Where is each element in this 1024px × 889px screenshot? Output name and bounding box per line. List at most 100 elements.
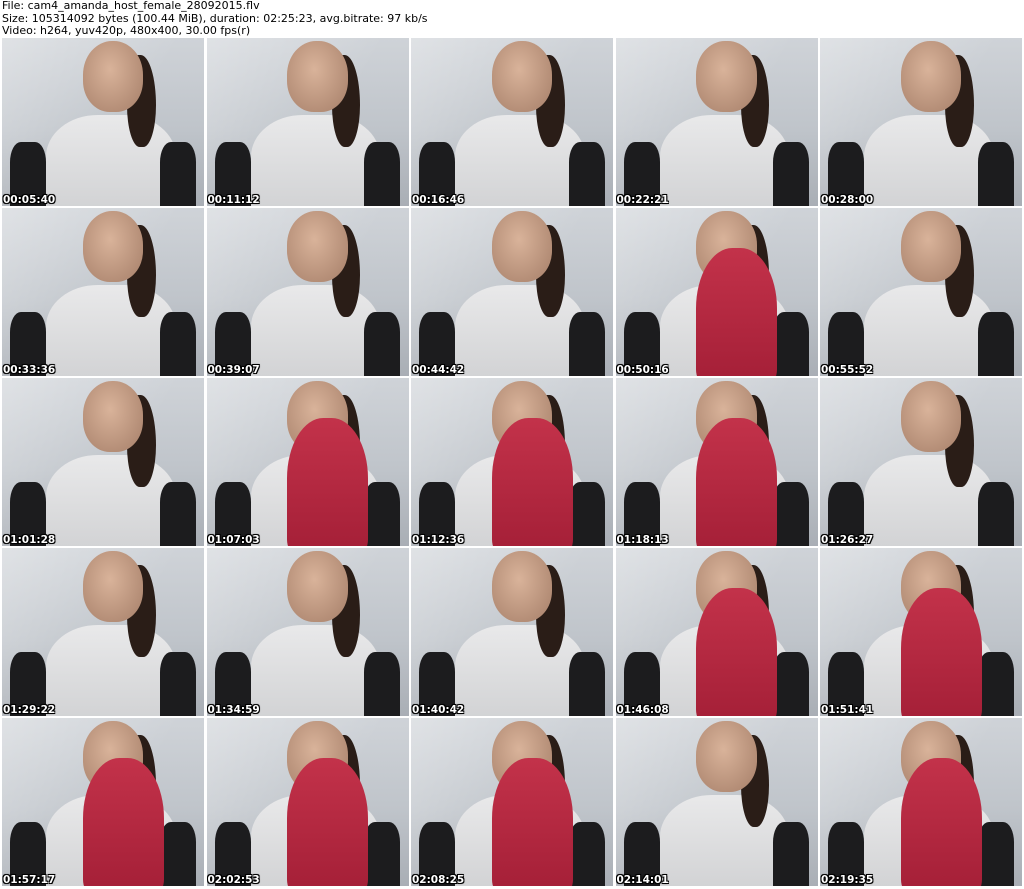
thumbnail-red-object: [900, 588, 982, 716]
thumbnail-figure-head: [82, 381, 144, 452]
thumbnail-figure-shirt: [455, 625, 585, 716]
thumbnail-figure-sleeve-right: [977, 652, 1014, 716]
video-thumbnail: 01:40:42: [411, 548, 613, 716]
thumbnail-figure-head: [287, 551, 348, 622]
video-thumbnail: 02:14:01: [615, 718, 818, 886]
thumbnail-red-object: [491, 418, 573, 546]
thumbnail-figure-sleeve-right: [364, 652, 401, 716]
thumbnail-timestamp: 00:16:46: [412, 194, 465, 206]
thumbnail-figure-sleeve-right: [364, 142, 401, 206]
thumbnail-figure-sleeve-right: [364, 482, 401, 546]
thumbnail-timestamp: 00:28:00: [821, 194, 874, 206]
video-thumbnail: 00:50:16: [615, 208, 818, 376]
thumbnail-figure-head: [82, 41, 144, 112]
thumbnail-red-object: [287, 418, 369, 546]
thumbnail-figure-sleeve-right: [773, 652, 810, 716]
thumbnail-timestamp: 02:19:35: [821, 874, 874, 886]
video-thumbnail: 00:44:42: [411, 208, 613, 376]
video-info-line: Video: h264, yuv420p, 480x400, 30.00 fps…: [2, 24, 251, 37]
thumbnail-timestamp: 01:34:59: [207, 704, 260, 716]
thumbnail-timestamp: 01:01:28: [3, 534, 56, 546]
video-thumbnail: 00:39:07: [206, 208, 409, 376]
thumbnail-figure-sleeve-right: [364, 312, 401, 376]
thumbnail-figure-sleeve-right: [568, 822, 605, 886]
thumbnail-figure-shirt: [250, 285, 381, 376]
thumbnail-figure-head: [696, 721, 757, 792]
thumbnail-figure-shirt: [659, 115, 790, 206]
thumbnail-figure-sleeve-right: [977, 312, 1014, 376]
thumbnail-timestamp: 01:51:41: [821, 704, 874, 716]
video-thumbnail: 00:55:52: [820, 208, 1022, 376]
thumbnail-figure-shirt: [455, 285, 585, 376]
thumbnail-timestamp: 00:44:42: [412, 364, 465, 376]
thumbnail-figure-sleeve-right: [568, 312, 605, 376]
thumbnail-timestamp: 02:08:25: [412, 874, 465, 886]
thumbnail-figure-sleeve-right: [159, 312, 196, 376]
thumbnail-red-object: [696, 248, 778, 376]
thumbnail-red-object: [491, 758, 573, 886]
video-thumbnail: 01:18:13: [615, 378, 818, 546]
thumbnail-timestamp: 00:05:40: [3, 194, 56, 206]
thumbnail-figure-head: [696, 41, 757, 112]
thumbnail-figure-shirt: [46, 115, 176, 206]
thumbnail-figure-sleeve-right: [568, 482, 605, 546]
thumbnail-figure-sleeve-right: [364, 822, 401, 886]
thumbnail-timestamp: 00:39:07: [207, 364, 260, 376]
thumbnail-grid: 00:05:40 00:11:12 00:16:46 00:22:21 00:28:00…: [0, 38, 1024, 889]
video-thumbnail: 01:26:27: [820, 378, 1022, 546]
video-thumbnail: 00:33:36: [2, 208, 204, 376]
thumbnail-timestamp: 00:33:36: [3, 364, 56, 376]
thumbnail-figure-head: [900, 211, 962, 282]
thumbnail-figure-sleeve-right: [773, 822, 810, 886]
video-thumbnail: 01:34:59: [206, 548, 409, 716]
video-thumbnail: 02:08:25: [411, 718, 613, 886]
thumbnail-figure-shirt: [864, 455, 994, 546]
thumbnail-timestamp: 00:50:16: [616, 364, 669, 376]
file-name-line: File: cam4_amanda_host_female_28092015.f…: [2, 0, 260, 12]
thumbnail-figure-sleeve-right: [977, 822, 1014, 886]
thumbnail-figure-shirt: [46, 285, 176, 376]
thumbnail-timestamp: 00:11:12: [207, 194, 260, 206]
thumbnail-figure-shirt: [864, 285, 994, 376]
thumbnail-timestamp: 02:14:01: [616, 874, 669, 886]
thumbnail-timestamp: 01:40:42: [412, 704, 465, 716]
thumbnail-figure-sleeve-right: [568, 652, 605, 716]
video-thumbnail: 02:02:53: [206, 718, 409, 886]
thumbnail-timestamp: 01:26:27: [821, 534, 874, 546]
thumbnail-figure-shirt: [455, 115, 585, 206]
thumbnail-timestamp: 01:07:03: [207, 534, 260, 546]
thumbnail-figure-head: [900, 381, 962, 452]
video-thumbnail: 00:11:12: [206, 38, 409, 206]
video-thumbnail: 01:07:03: [206, 378, 409, 546]
thumbnail-figure-head: [82, 551, 144, 622]
thumbnail-figure-shirt: [250, 625, 381, 716]
video-thumbnail: 01:29:22: [2, 548, 204, 716]
thumbnail-timestamp: 01:18:13: [616, 534, 669, 546]
thumbnail-figure-sleeve-right: [773, 142, 810, 206]
thumbnail-red-object: [82, 758, 164, 886]
thumbnail-timestamp: 00:55:52: [821, 364, 874, 376]
thumbnail-figure-head: [491, 211, 553, 282]
thumbnail-figure-sleeve-right: [159, 142, 196, 206]
video-thumbnail: 00:16:46: [411, 38, 613, 206]
thumbnail-figure-sleeve-right: [568, 142, 605, 206]
thumbnail-figure-head: [491, 551, 553, 622]
video-thumbnail: 01:57:17: [2, 718, 204, 886]
thumbnail-figure-sleeve-right: [977, 482, 1014, 546]
thumbnail-figure-sleeve-right: [159, 482, 196, 546]
video-thumbnail: 00:05:40: [2, 38, 204, 206]
contact-sheet: File: cam4_amanda_host_female_28092015.f…: [0, 0, 1024, 889]
thumbnail-figure-head: [491, 41, 553, 112]
video-thumbnail: 00:22:21: [615, 38, 818, 206]
thumbnail-timestamp: 00:22:21: [616, 194, 669, 206]
video-thumbnail: 01:46:08: [615, 548, 818, 716]
thumbnail-figure-sleeve-right: [159, 822, 196, 886]
thumbnail-figure-head: [287, 211, 348, 282]
video-thumbnail: 02:19:35: [820, 718, 1022, 886]
thumbnail-red-object: [696, 588, 778, 716]
thumbnail-figure-sleeve-right: [977, 142, 1014, 206]
thumbnail-figure-sleeve-right: [773, 312, 810, 376]
thumbnail-timestamp: 01:57:17: [3, 874, 56, 886]
thumbnail-red-object: [287, 758, 369, 886]
video-thumbnail: 01:01:28: [2, 378, 204, 546]
